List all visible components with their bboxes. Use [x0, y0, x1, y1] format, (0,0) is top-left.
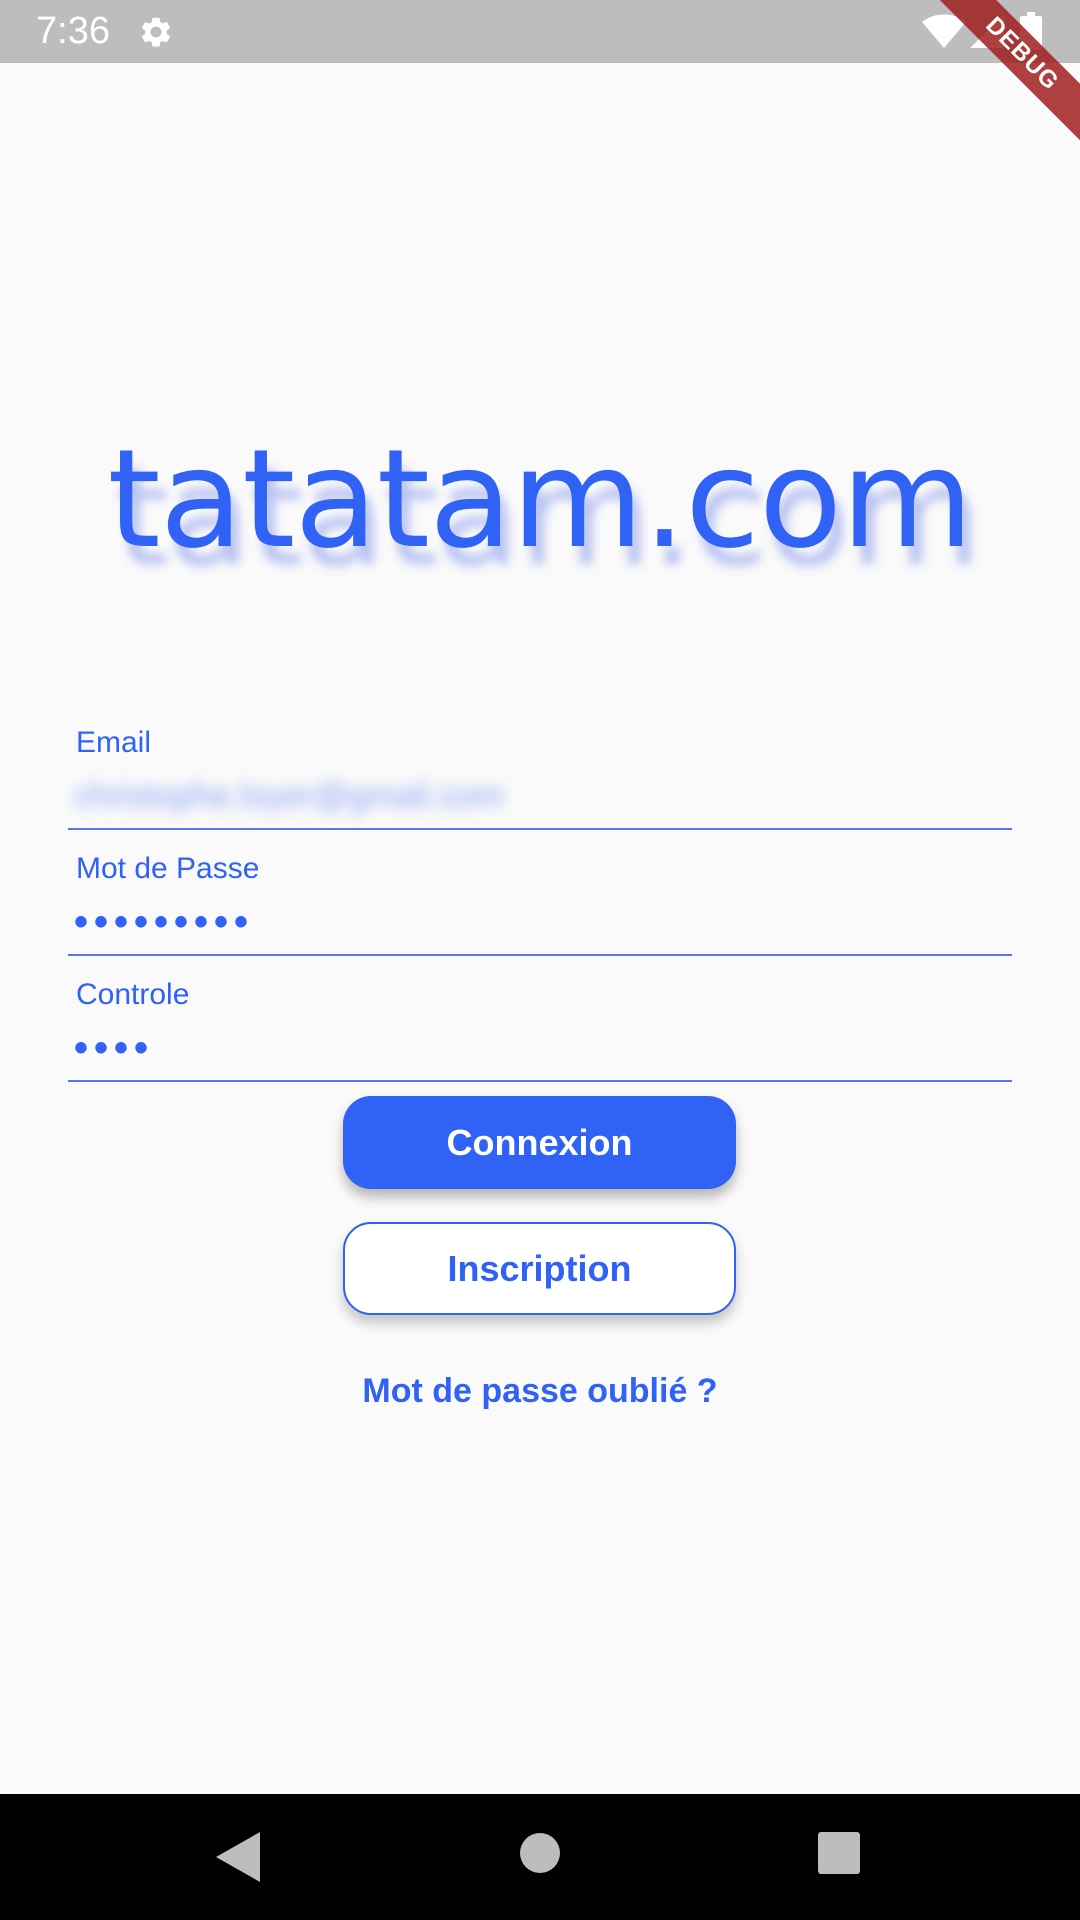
- debug-ribbon-label: DEBUG: [930, 0, 1080, 146]
- navigation-bar: [0, 1794, 1080, 1920]
- password-label: Mot de Passe: [76, 852, 260, 885]
- confirm-password-input[interactable]: [74, 1024, 994, 1072]
- status-time: 7:36: [36, 10, 110, 52]
- screen: 7:36 DEBUG tatatam.com Email Mot de Pass…: [0, 0, 1080, 1920]
- gear-icon: [141, 17, 171, 47]
- email-input[interactable]: [74, 772, 994, 820]
- password-field[interactable]: Mot de Passe: [68, 828, 1012, 956]
- recent-apps-icon[interactable]: [818, 1832, 860, 1874]
- home-icon[interactable]: [519, 1832, 561, 1874]
- back-icon[interactable]: [216, 1832, 260, 1882]
- forgot-password-link[interactable]: Mot de passe oublié ?: [0, 1372, 1080, 1411]
- confirm-password-label: Controle: [76, 978, 190, 1011]
- password-input[interactable]: [74, 898, 994, 946]
- email-field[interactable]: Email: [68, 702, 1012, 830]
- app-logo-title: tatatam.com: [107, 421, 973, 579]
- signup-button[interactable]: Inscription: [343, 1222, 736, 1315]
- email-label: Email: [76, 726, 152, 759]
- confirm-password-field[interactable]: Controle: [68, 954, 1012, 1082]
- status-bar: 7:36: [0, 0, 1080, 63]
- debug-ribbon: DEBUG: [920, 0, 1080, 160]
- login-button[interactable]: Connexion: [343, 1096, 736, 1189]
